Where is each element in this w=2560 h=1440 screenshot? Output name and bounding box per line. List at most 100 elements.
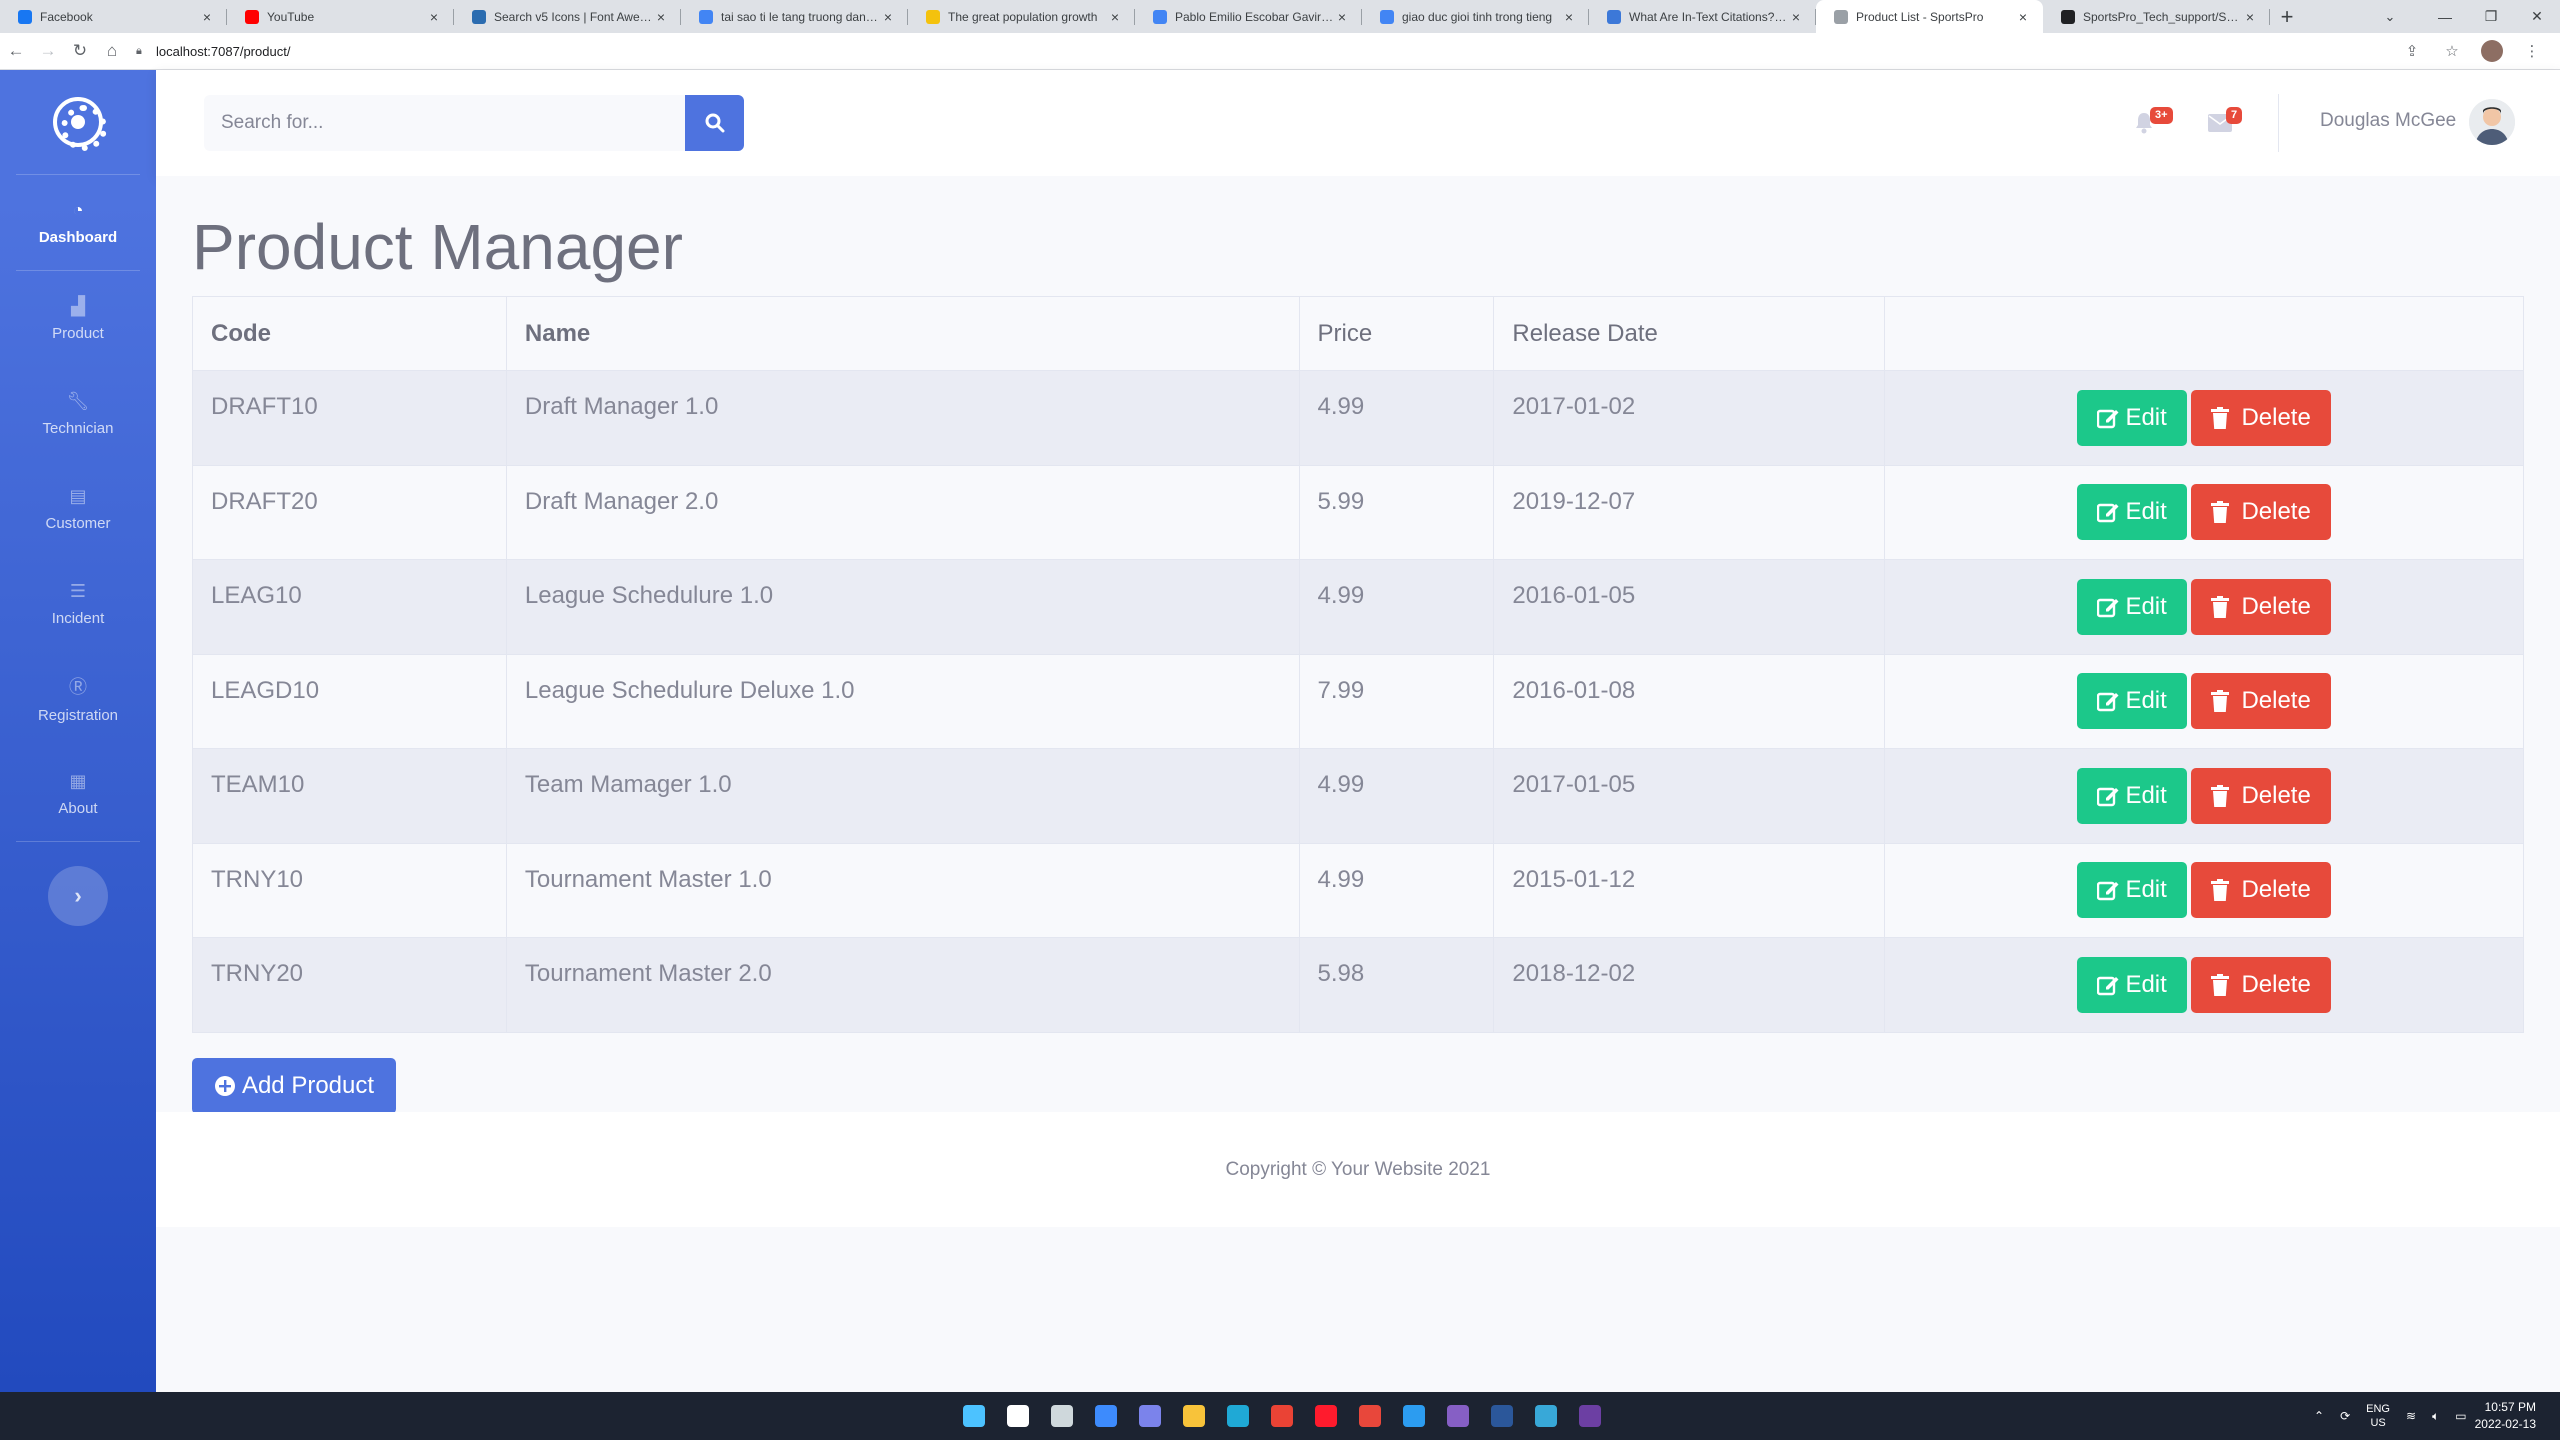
edit-button[interactable]: Edit: [2077, 484, 2188, 541]
chrome-icon[interactable]: [1260, 1392, 1304, 1440]
delete-button[interactable]: Delete: [2191, 862, 2332, 919]
edit-button[interactable]: Edit: [2077, 862, 2188, 919]
delete-button[interactable]: Delete: [2191, 767, 2332, 824]
sync-icon[interactable]: ⟳: [2332, 1409, 2358, 1423]
search-icon: [705, 113, 725, 133]
tab-close-icon[interactable]: ×: [199, 9, 215, 25]
word-icon[interactable]: [1480, 1392, 1524, 1440]
edge-icon[interactable]: [1216, 1392, 1260, 1440]
edit-label: Edit: [2125, 876, 2167, 904]
browser-tab[interactable]: tai sao ti le tang truong dan so ×: [681, 0, 908, 33]
back-icon[interactable]: ←: [0, 35, 32, 67]
add-product-label: Add Product: [241, 1072, 375, 1099]
cell-date: 2018-12-02: [1493, 937, 1886, 1033]
search-icon[interactable]: [996, 1392, 1040, 1440]
messages-dropdown[interactable]: 7: [2182, 100, 2258, 146]
sidebar: ◔ Dashboard ▟ Product 🔧︎ Technician ▤ Customer ☰…: [0, 70, 156, 1392]
sidebar-item-customer[interactable]: ▤ Customer: [0, 461, 156, 556]
sidebar-toggle-button[interactable]: ›: [48, 866, 108, 926]
language-indicator[interactable]: ENG US: [2358, 1402, 2398, 1431]
tab-close-icon[interactable]: ×: [1788, 9, 1804, 25]
tab-close-icon[interactable]: ×: [653, 9, 669, 25]
search-input[interactable]: [204, 95, 686, 151]
chevron-up-icon[interactable]: ⌃: [2306, 1409, 2332, 1423]
delete-button[interactable]: Delete: [2191, 484, 2332, 541]
sidebar-item-product[interactable]: ▟ Product: [0, 271, 156, 366]
column-header-name: Name: [505, 296, 1300, 371]
sidebar-item-registration[interactable]: Ⓡ Registration: [0, 651, 156, 746]
delete-button[interactable]: Delete: [2191, 956, 2332, 1013]
browser-tab[interactable]: Search v5 Icons | Font Awesome ×: [454, 0, 681, 33]
edit-button[interactable]: Edit: [2077, 956, 2188, 1013]
edit-button[interactable]: Edit: [2077, 767, 2188, 824]
tab-close-icon[interactable]: ×: [2015, 9, 2031, 25]
bookmark-star-icon[interactable]: ☆: [2432, 35, 2472, 67]
file-explorer-icon[interactable]: [1172, 1392, 1216, 1440]
tab-close-icon[interactable]: ×: [1334, 9, 1350, 25]
widgets-icon[interactable]: [1084, 1392, 1128, 1440]
address-bar[interactable]: 🔒︎ localhost:7087/product/: [128, 36, 2392, 66]
reload-icon[interactable]: ↻: [64, 35, 96, 67]
trash-icon: [2211, 973, 2230, 996]
opera-icon[interactable]: [1304, 1392, 1348, 1440]
alerts-dropdown[interactable]: 3+: [2106, 100, 2182, 146]
browser-tab[interactable]: YouTube ×: [227, 0, 454, 33]
windows-start-icon[interactable]: [952, 1392, 996, 1440]
task-view-icon[interactable]: [1040, 1392, 1084, 1440]
cell-code: DRAFT10: [192, 370, 507, 466]
profile-icon[interactable]: [2472, 35, 2512, 67]
forward-icon[interactable]: →: [32, 35, 64, 67]
remote-desktop-icon[interactable]: [1524, 1392, 1568, 1440]
wifi-icon[interactable]: ≋: [2398, 1409, 2424, 1423]
app-icon[interactable]: [1568, 1392, 1612, 1440]
browser-tab[interactable]: Pablo Emilio Escobar Gaviria, Jr. ×: [1135, 0, 1362, 33]
chat-icon[interactable]: [1128, 1392, 1172, 1440]
new-tab-button[interactable]: +: [2270, 0, 2304, 33]
browser-tab[interactable]: giao duc gioi tinh trong tieng ×: [1362, 0, 1589, 33]
edit-button[interactable]: Edit: [2077, 389, 2188, 446]
delete-button[interactable]: Delete: [2191, 578, 2332, 635]
browser-tab[interactable]: Product List - SportsPro ×: [1816, 0, 2043, 33]
sidebar-item-incident[interactable]: ☰ Incident: [0, 556, 156, 651]
avatar[interactable]: [2469, 99, 2515, 145]
menu-kebab-icon[interactable]: ⋮: [2512, 35, 2552, 67]
browser-tab[interactable]: The great population growth ×: [908, 0, 1135, 33]
sidebar-item-technician[interactable]: 🔧︎ Technician: [0, 366, 156, 461]
tab-close-icon[interactable]: ×: [426, 9, 442, 25]
wrench-icon: 🔧︎: [66, 390, 90, 411]
tab-close-icon[interactable]: ×: [880, 9, 896, 25]
visual-studio-icon[interactable]: [1436, 1392, 1480, 1440]
brand-logo[interactable]: [0, 70, 156, 174]
volume-icon[interactable]: 🔈︎: [2424, 1409, 2447, 1424]
restore-icon[interactable]: ❐: [2468, 0, 2514, 33]
delete-button[interactable]: Delete: [2191, 673, 2332, 730]
edit-button[interactable]: Edit: [2077, 578, 2188, 635]
battery-icon[interactable]: ▭: [2447, 1409, 2474, 1423]
delete-label: Delete: [2241, 498, 2311, 526]
tab-close-icon[interactable]: ×: [2242, 9, 2258, 25]
browser-tab[interactable]: What Are In-Text Citations? | G ×: [1589, 0, 1816, 33]
tab-close-icon[interactable]: ×: [1107, 9, 1123, 25]
sidebar-item-about[interactable]: ▦ About: [0, 746, 156, 841]
home-icon[interactable]: ⌂: [96, 35, 128, 67]
cell-name: League Schedulure Deluxe 1.0: [505, 653, 1300, 749]
minimize-icon[interactable]: —: [2422, 0, 2468, 33]
share-icon[interactable]: ⇪: [2392, 35, 2432, 67]
browser-tab[interactable]: Facebook ×: [0, 0, 227, 33]
user-name[interactable]: Douglas McGee: [2320, 110, 2456, 132]
vscode-icon[interactable]: [1392, 1392, 1436, 1440]
lock-icon: 🔒︎: [136, 45, 142, 57]
cell-date: 2017-01-05: [1493, 748, 1886, 844]
tab-close-icon[interactable]: ×: [1561, 9, 1577, 25]
cell-date: 2016-01-08: [1493, 653, 1886, 749]
search-button[interactable]: [685, 95, 744, 151]
browser-tab[interactable]: SportsPro_Tech_support/Sports ×: [2043, 0, 2270, 33]
edit-button[interactable]: Edit: [2077, 673, 2188, 730]
add-product-button[interactable]: Add Product: [192, 1058, 396, 1114]
clock[interactable]: 10:57 PM 2022-02-13: [2475, 1399, 2560, 1433]
sidebar-item-dashboard[interactable]: ◔ Dashboard: [0, 175, 156, 270]
close-window-icon[interactable]: ✕: [2514, 0, 2560, 33]
tab-search-icon[interactable]: ⌄: [2370, 0, 2410, 33]
office-icon[interactable]: [1348, 1392, 1392, 1440]
delete-button[interactable]: Delete: [2191, 389, 2332, 446]
